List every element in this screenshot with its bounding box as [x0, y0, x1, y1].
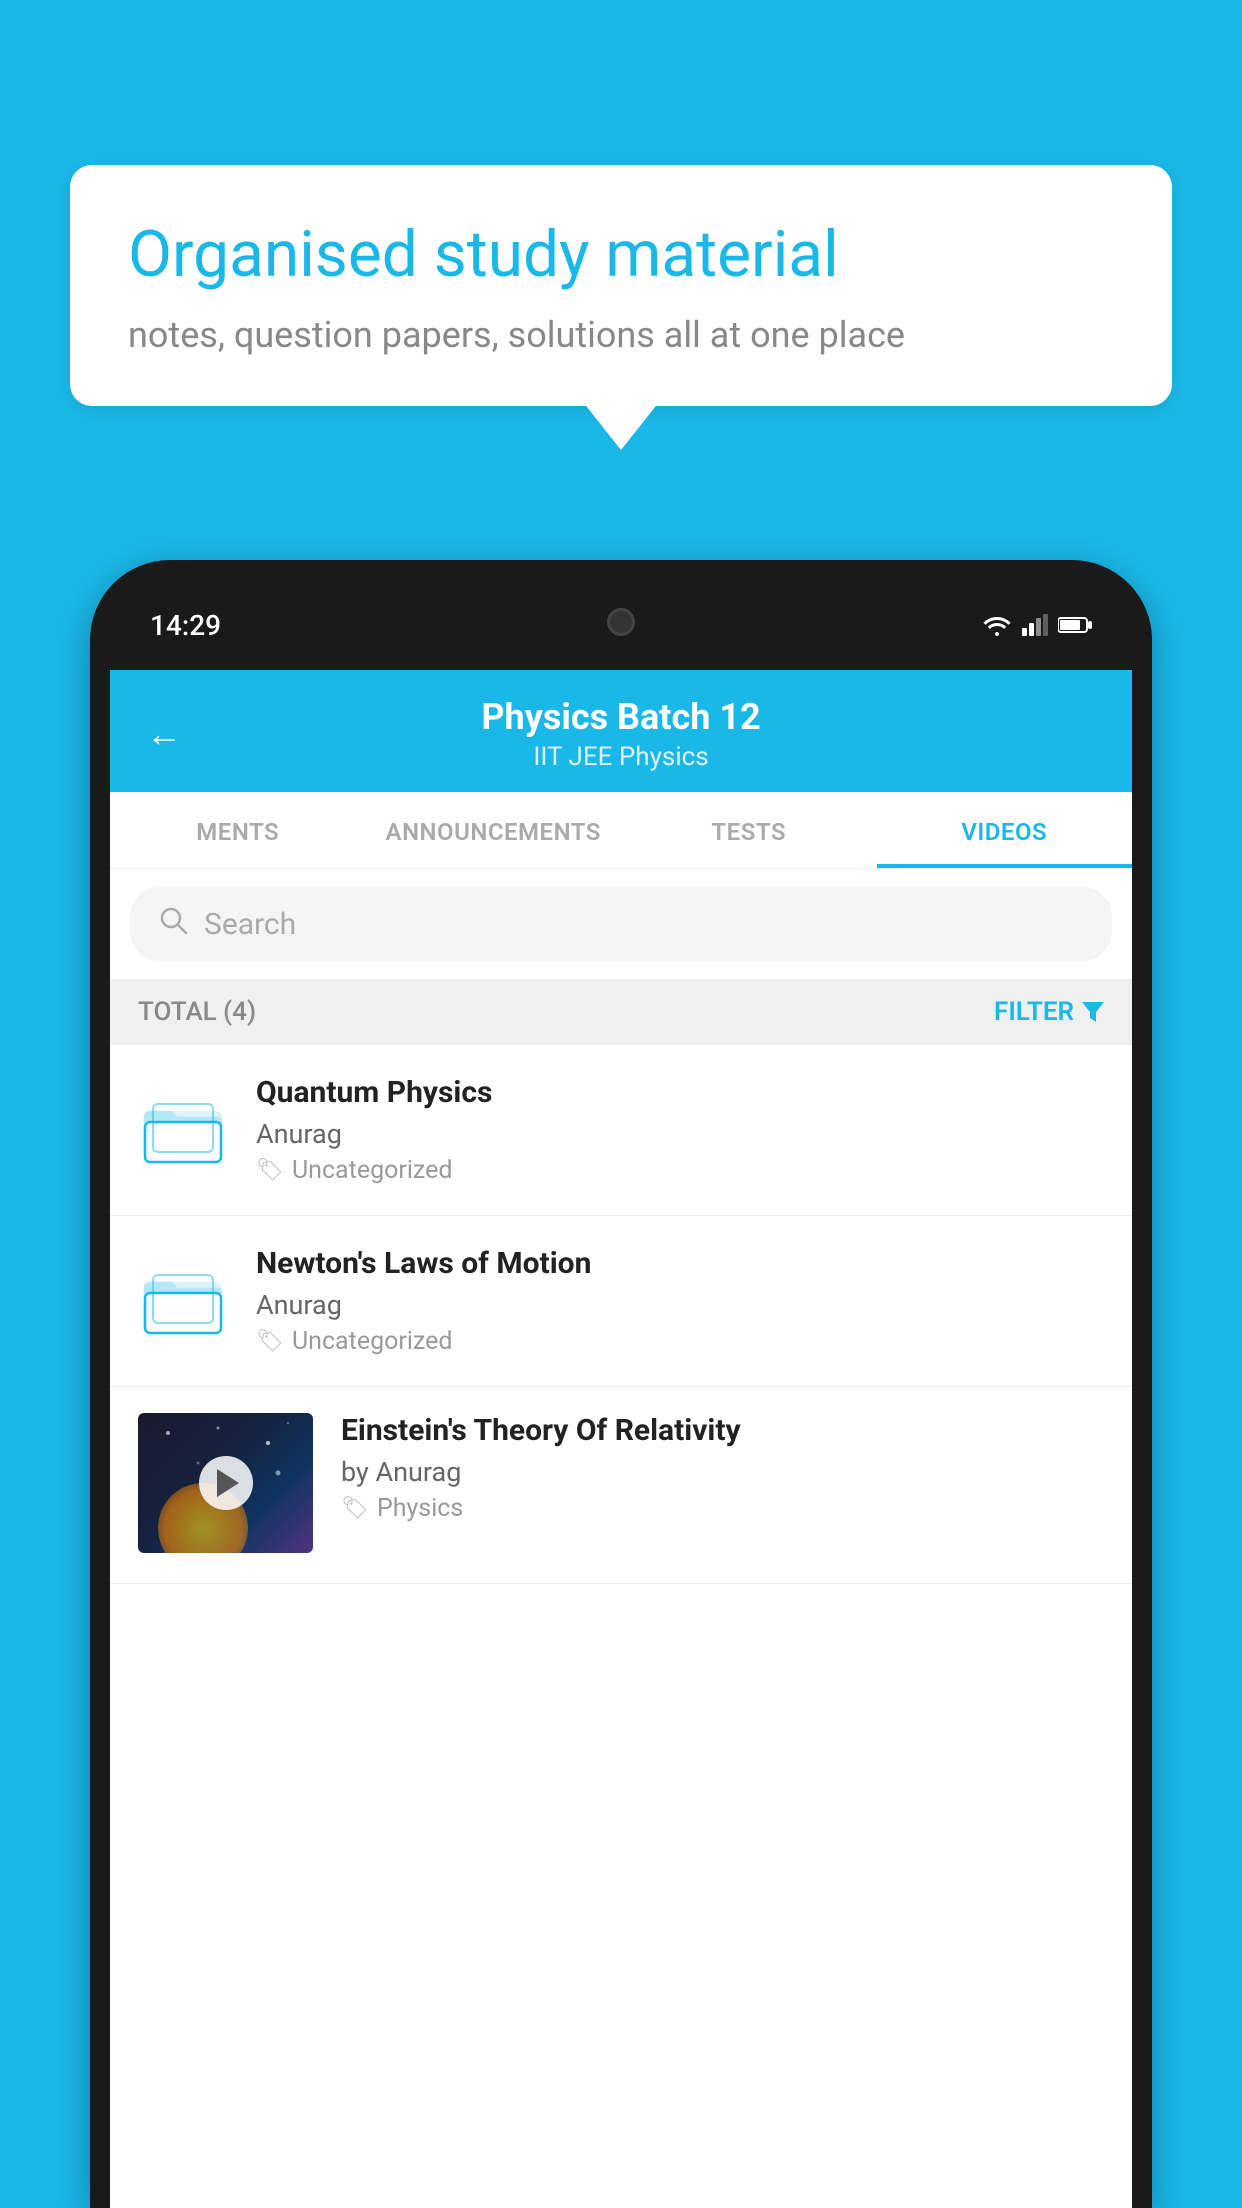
- tab-announcements[interactable]: ANNOUNCEMENTS: [366, 792, 622, 868]
- wifi-icon: [982, 614, 1012, 636]
- status-icons: [982, 614, 1092, 636]
- video-author: Anurag: [256, 1289, 1104, 1321]
- header-title-area: Physics Batch 12 IIT JEE Physics: [202, 696, 1040, 772]
- video-info: Newton's Laws of Motion Anurag 🏷 Uncateg…: [256, 1246, 1104, 1356]
- video-author: by Anurag: [341, 1456, 1104, 1488]
- video-tag: 🏷 Uncategorized: [256, 1327, 1104, 1356]
- play-triangle-icon: [217, 1469, 239, 1497]
- video-thumbnail: [138, 1413, 313, 1553]
- tag-icon: 🏷: [256, 1329, 284, 1354]
- filter-funnel-icon: [1082, 1002, 1104, 1022]
- tab-ments[interactable]: MENTS: [110, 792, 366, 868]
- video-tag: 🏷 Physics: [341, 1494, 1104, 1523]
- video-info: Einstein's Theory Of Relativity by Anura…: [341, 1413, 1104, 1523]
- video-title: Quantum Physics: [256, 1075, 1104, 1110]
- total-count: TOTAL (4): [138, 997, 256, 1027]
- play-button[interactable]: [199, 1456, 253, 1510]
- search-bar[interactable]: Search: [130, 887, 1112, 961]
- app-title: Physics Batch 12: [202, 696, 1040, 738]
- search-container: Search: [110, 869, 1132, 979]
- video-tag: 🏷 Uncategorized: [256, 1156, 1104, 1185]
- tabs-bar: MENTS ANNOUNCEMENTS TESTS VIDEOS: [110, 792, 1132, 869]
- speech-bubble-subtitle: notes, question papers, solutions all at…: [128, 314, 1114, 356]
- search-icon: [158, 905, 188, 943]
- tab-tests[interactable]: TESTS: [621, 792, 877, 868]
- filter-label: FILTER: [994, 997, 1074, 1027]
- phone-screen: ← Physics Batch 12 IIT JEE Physics MENTS…: [110, 668, 1132, 2208]
- list-item[interactable]: Quantum Physics Anurag 🏷 Uncategorized: [110, 1045, 1132, 1216]
- tag-label: Uncategorized: [292, 1327, 453, 1356]
- folder-icon: [138, 1261, 228, 1341]
- camera-notch: [607, 608, 635, 636]
- battery-icon: [1058, 616, 1092, 634]
- speech-bubble-title: Organised study material: [128, 217, 1114, 294]
- filter-button[interactable]: FILTER: [994, 997, 1104, 1027]
- tag-icon: 🏷: [341, 1496, 369, 1521]
- video-list: Quantum Physics Anurag 🏷 Uncategorized: [110, 1045, 1132, 1584]
- video-author: Anurag: [256, 1118, 1104, 1150]
- video-info: Quantum Physics Anurag 🏷 Uncategorized: [256, 1075, 1104, 1185]
- tag-icon: 🏷: [256, 1158, 284, 1183]
- tab-videos[interactable]: VIDEOS: [877, 792, 1133, 868]
- list-item[interactable]: Einstein's Theory Of Relativity by Anura…: [110, 1387, 1132, 1584]
- folder-icon: [138, 1090, 228, 1170]
- phone-frame: 14:29 ← P: [90, 560, 1152, 2208]
- phone-time: 14:29: [150, 609, 221, 642]
- search-placeholder: Search: [204, 907, 296, 942]
- video-title: Einstein's Theory Of Relativity: [341, 1413, 1104, 1448]
- signal-icon: [1022, 614, 1048, 636]
- app-subtitle: IIT JEE Physics: [202, 742, 1040, 772]
- back-button[interactable]: ←: [146, 713, 182, 755]
- speech-bubble: Organised study material notes, question…: [70, 165, 1172, 406]
- app-header: ← Physics Batch 12 IIT JEE Physics: [110, 668, 1132, 792]
- filter-bar: TOTAL (4) FILTER: [110, 979, 1132, 1045]
- status-bar: 14:29: [110, 580, 1132, 670]
- list-item[interactable]: Newton's Laws of Motion Anurag 🏷 Uncateg…: [110, 1216, 1132, 1387]
- tag-label: Physics: [377, 1494, 463, 1523]
- video-title: Newton's Laws of Motion: [256, 1246, 1104, 1281]
- tag-label: Uncategorized: [292, 1156, 453, 1185]
